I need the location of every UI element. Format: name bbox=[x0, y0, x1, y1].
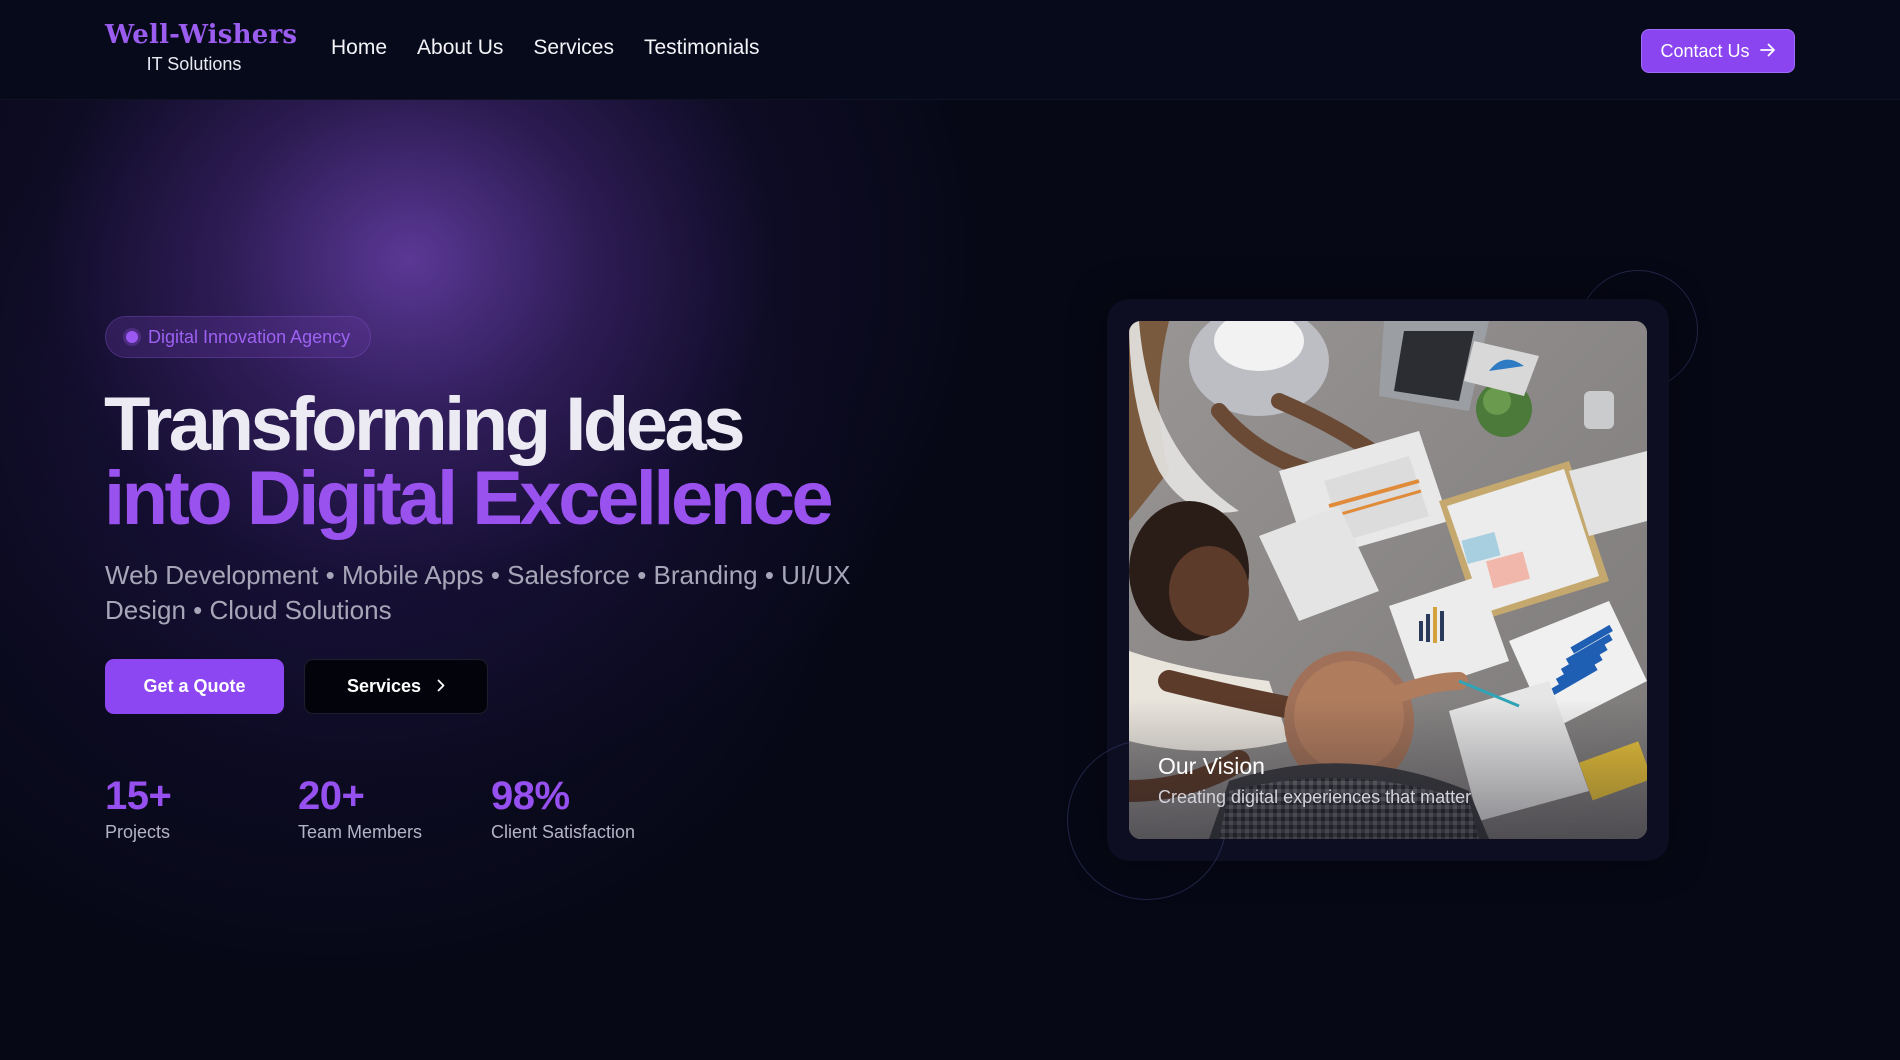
agency-badge: Digital Innovation Agency bbox=[105, 316, 372, 358]
stat-client-satisfaction: 98% Client Satisfaction bbox=[491, 772, 691, 843]
chevron-right-icon bbox=[437, 676, 445, 697]
nav-link-services[interactable]: Services bbox=[533, 36, 614, 60]
stat-label: Client Satisfaction bbox=[491, 822, 636, 842]
hero-title: Transforming Ideas into Digital Excellen… bbox=[104, 382, 1004, 541]
agency-badge-label: Digital Innovation Agency bbox=[148, 326, 351, 347]
logo-title: Well-Wishers bbox=[105, 20, 298, 50]
stat-value: 15+ bbox=[105, 774, 172, 818]
vision-card: Our Vision Creating digital experiences … bbox=[1129, 321, 1647, 839]
navbar: Well-Wishers IT Solutions Home About Us … bbox=[0, 0, 1900, 100]
nav-link-home[interactable]: Home bbox=[331, 36, 387, 60]
stat-projects: 15+ Projects bbox=[105, 772, 298, 843]
stat-value: 98% bbox=[491, 774, 570, 818]
dot-icon bbox=[126, 331, 138, 343]
contact-us-button[interactable]: Contact Us bbox=[1641, 29, 1795, 73]
contact-us-label: Contact Us bbox=[1660, 40, 1750, 61]
arrow-right-icon bbox=[1759, 42, 1776, 60]
stats-row: 15+ Projects 20+ Team Members 98% Client… bbox=[105, 772, 691, 843]
hero-title-line1: Transforming Ideas bbox=[104, 382, 746, 467]
stat-value: 20+ bbox=[298, 774, 365, 818]
get-a-quote-label: Get a Quote bbox=[143, 676, 246, 696]
hero-title-line2: into Digital Excellence bbox=[104, 456, 834, 541]
page: Well-Wishers IT Solutions Home About Us … bbox=[0, 0, 1900, 1060]
hero-subtitle: Web Development • Mobile Apps • Salesfor… bbox=[105, 560, 851, 625]
services-button[interactable]: Services bbox=[304, 659, 488, 714]
logo-subtitle: IT Solutions bbox=[146, 54, 242, 74]
services-button-label: Services bbox=[346, 676, 422, 696]
background-glow-secondary bbox=[0, 100, 1100, 1000]
stat-team-members: 20+ Team Members bbox=[298, 772, 491, 843]
logo[interactable]: Well-Wishers IT Solutions bbox=[105, 20, 298, 75]
get-a-quote-button[interactable]: Get a Quote bbox=[105, 659, 284, 714]
stat-label: Projects bbox=[105, 822, 171, 842]
nav-link-testimonials[interactable]: Testimonials bbox=[644, 36, 760, 60]
vision-card-description: Creating digital experiences that matter bbox=[1158, 787, 1472, 807]
nav-link-about-us[interactable]: About Us bbox=[417, 36, 503, 60]
main-menu: Home About Us Services Testimonials bbox=[331, 36, 760, 60]
vision-card-title: Our Vision bbox=[1158, 753, 1265, 779]
stat-label: Team Members bbox=[298, 822, 423, 842]
